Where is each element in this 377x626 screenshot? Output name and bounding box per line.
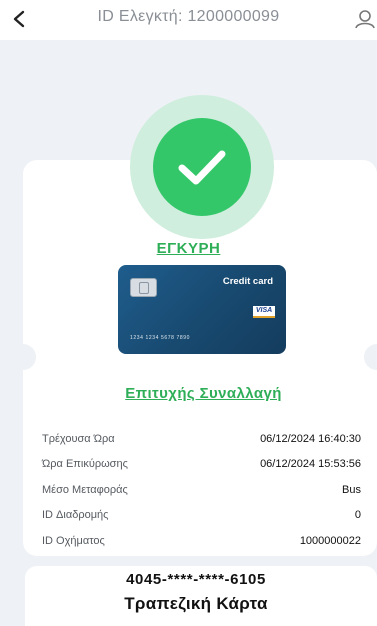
detail-label: Μέσο Μεταφοράς: [42, 483, 128, 496]
ticket-notch-right: [364, 344, 377, 370]
checkmark-icon: [178, 150, 226, 185]
detail-value: 06/12/2024 15:53:56: [260, 458, 361, 471]
controller-id-title: ID Ελεγκτή: 1200000099: [97, 8, 280, 25]
detail-value: 1000000022: [299, 534, 361, 547]
detail-row-route-id: ID Διαδρομής 0: [42, 503, 361, 529]
visa-logo: VISA: [253, 306, 275, 318]
ticket-notch-left: [10, 344, 36, 370]
detail-label: ID Διαδρομής: [42, 509, 109, 522]
detail-value: 0: [354, 509, 361, 522]
detail-row-current-time: Τρέχουσα Ώρα 06/12/2024 16:40:30: [42, 426, 361, 452]
chip-icon: [130, 278, 157, 297]
masked-card-number: 4045-****-****-6105: [126, 571, 266, 588]
detail-label: Ώρα Επικύρωσης: [42, 458, 128, 471]
transaction-result: Επιτυχής Συναλλαγή: [125, 385, 282, 402]
top-bar: ID Ελεγκτή: 1200000099: [0, 0, 377, 40]
detail-value: 06/12/2024 16:40:30: [260, 432, 361, 445]
detail-row-validation-time: Ώρα Επικύρωσης 06/12/2024 15:53:56: [42, 452, 361, 478]
credit-card-image: Credit card VISA 1234 1234 5678 7890: [118, 265, 286, 354]
transaction-details: Τρέχουσα Ώρα 06/12/2024 16:40:30 Ώρα Επι…: [42, 426, 361, 554]
detail-label: ID Οχήματος: [42, 534, 105, 547]
card-summary: 4045-****-****-6105 Τραπεζική Κάρτα: [25, 566, 377, 626]
credit-card-number: 1234 1234 5678 7890: [130, 335, 191, 341]
detail-value: Bus: [342, 483, 361, 496]
status-circle: [153, 118, 251, 216]
detail-row-transport-mode: Μέσο Μεταφοράς Bus: [42, 477, 361, 503]
validation-status: ΕΓΚΥΡΗ: [156, 240, 221, 257]
user-icon: [355, 10, 375, 29]
card-type-label: Τραπεζική Κάρτα: [124, 594, 268, 613]
credit-card-label: Credit card: [222, 276, 273, 287]
detail-label: Τρέχουσα Ώρα: [42, 432, 115, 445]
detail-row-vehicle-id: ID Οχήματος 1000000022: [42, 528, 361, 554]
user-button[interactable]: [355, 6, 377, 32]
